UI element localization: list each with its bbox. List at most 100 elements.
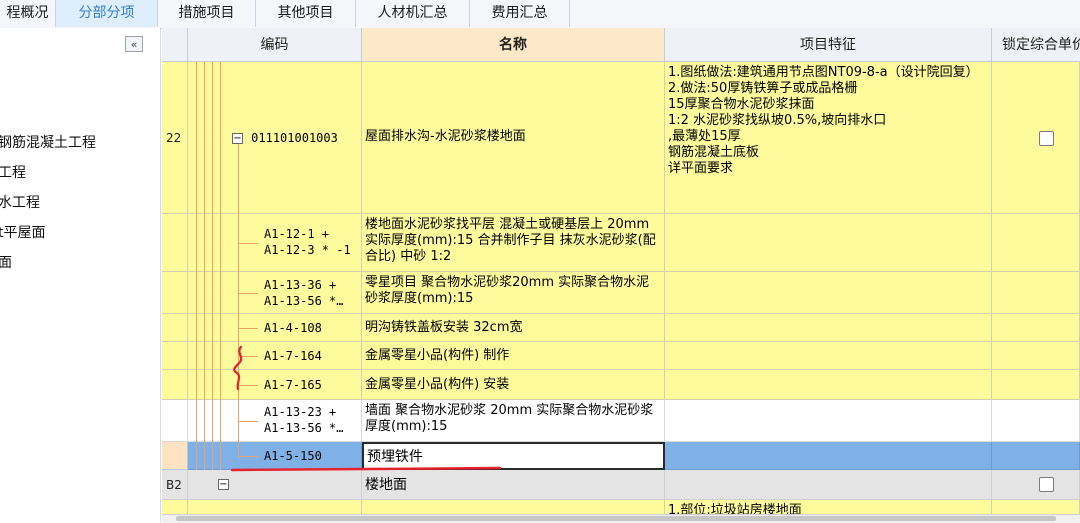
header-code[interactable]: 编码 [188, 28, 362, 62]
tab-other-items[interactable]: 其他项目 [256, 0, 356, 27]
row-number: B2 [162, 470, 188, 500]
name-cell[interactable]: 楼地面水泥砂浆找平层 混凝土或硬基层上 20mm 实际厚度(mm):15 合并制… [362, 214, 665, 272]
feature-cell[interactable] [665, 342, 992, 370]
feature-cell[interactable] [665, 370, 992, 400]
collapse-node-icon[interactable]: − [218, 479, 229, 490]
code-cell[interactable]: − 011101001003 [188, 62, 362, 214]
feature-line: ,最薄处15厚 [668, 129, 741, 144]
feature-cell[interactable] [665, 314, 992, 342]
code-cell[interactable]: A1-4-108 [188, 314, 362, 342]
tree-item-flat-roof[interactable]: t平屋面 [0, 222, 46, 242]
name-cell[interactable]: 金属零星小品(构件) 制作 [362, 342, 665, 370]
lock-cell [992, 342, 1080, 370]
lock-cell [992, 470, 1080, 500]
tab-measures[interactable]: 措施项目 [158, 0, 256, 27]
lock-price-checkbox[interactable] [1039, 131, 1054, 146]
lock-cell [992, 314, 1080, 342]
table-row-selected[interactable]: A1-5-150 预埋铁件 [162, 442, 1080, 470]
tab-project-overview[interactable]: 程概况 [0, 0, 56, 27]
sub-code: A1-7-164 [264, 349, 322, 363]
tree-item-engineering[interactable]: 工程 [0, 162, 26, 182]
tree-guide-line [238, 456, 258, 457]
code-cell[interactable]: A1-7-164 [188, 342, 362, 370]
feature-cell[interactable] [665, 400, 992, 442]
item-name: 金属零星小品(构件) 制作 [365, 348, 510, 363]
row-number: 22 [162, 62, 188, 214]
table-row[interactable]: A1-13-36 + A1-13-56 *… 零星项目 聚合物水泥砂浆20mm … [162, 272, 1080, 314]
feature-cell[interactable]: 1.图纸做法:建筑通用节点图NT09-8-a（设计院回复） 2.做法:50厚铸铁… [665, 62, 992, 214]
lock-cell [992, 272, 1080, 314]
tree-guide-line [220, 62, 221, 470]
feature-cell[interactable] [665, 272, 992, 314]
item-name-input[interactable]: 预埋铁件 [367, 449, 660, 465]
feature-cell[interactable] [665, 214, 992, 272]
item-name: 墙面 聚合物水泥砂浆 20mm 实际聚合物水泥砂浆厚度(mm):15 [365, 403, 654, 434]
table-row[interactable]: A1-12-1 + A1-12-3 * -1 楼地面水泥砂浆找平层 混凝土或硬基… [162, 214, 1080, 272]
row-number [162, 314, 188, 342]
name-cell-editing[interactable]: 预埋铁件 [362, 442, 665, 470]
code-cell[interactable]: A1-7-165 [188, 370, 362, 400]
code-cell[interactable]: A1-13-36 + A1-13-56 *… [188, 272, 362, 314]
sub-code: A1-13-23 + [264, 405, 337, 419]
table-row[interactable]: A1-13-23 + A1-13-56 *… 墙面 聚合物水泥砂浆 20mm 实… [162, 400, 1080, 442]
code-cell[interactable]: A1-13-23 + A1-13-56 *… [188, 400, 362, 442]
tree-guide-line [196, 62, 197, 470]
tab-sub-items[interactable]: 分部分项 [56, 0, 158, 27]
name-cell[interactable]: 楼地面 [362, 470, 665, 500]
code-cell[interactable]: A1-5-150 [188, 442, 362, 470]
feature-cell[interactable] [665, 470, 992, 500]
name-cell[interactable]: 屋面排水沟-水泥砂浆楼地面 [362, 62, 665, 214]
table-row[interactable]: A1-7-164 金属零星小品(构件) 制作 [162, 342, 1080, 370]
lock-cell [992, 370, 1080, 400]
sub-code: A1-4-108 [264, 321, 322, 335]
lock-cell [992, 214, 1080, 272]
header-lock-price[interactable]: 锁定综合单价 [992, 28, 1080, 62]
lock-cell [992, 62, 1080, 214]
header-name[interactable]: 名称 [362, 28, 665, 62]
collapse-panel-icon[interactable]: « [125, 36, 143, 52]
tree-item-rc-concrete[interactable]: 钢筋混凝土工程 [0, 132, 96, 152]
name-cell[interactable]: 墙面 聚合物水泥砂浆 20mm 实际聚合物水泥砂浆厚度(mm):15 [362, 400, 665, 442]
table-row[interactable]: A1-7-165 金属零星小品(构件) 安装 [162, 370, 1080, 400]
item-name: 明沟铸铁盖板安装 32cm宽 [365, 320, 523, 335]
sub-code: A1-5-150 [264, 449, 322, 463]
feature-line: 钢筋混凝土底板 [668, 145, 760, 160]
tree-item-water-engineering[interactable]: 水工程 [0, 192, 40, 212]
table-row[interactable]: B2 − 楼地面 [162, 470, 1080, 500]
tree-guide-line [238, 144, 239, 456]
tree-guide-line [238, 421, 258, 422]
tree-item-floor[interactable]: 面 [0, 252, 12, 272]
item-code: 011101001003 [251, 131, 338, 145]
tab-cost-summary[interactable]: 费用汇总 [470, 0, 570, 27]
header-rownum [162, 28, 188, 62]
header-feature[interactable]: 项目特征 [665, 28, 992, 62]
lock-price-checkbox[interactable] [1039, 477, 1054, 492]
item-name: 金属零星小品(构件) 安装 [365, 377, 510, 392]
sub-code: A1-13-36 + [264, 278, 337, 292]
code-cell[interactable]: − [188, 470, 362, 500]
scrollbar-thumb[interactable] [176, 516, 1056, 521]
tree-guide-line [238, 293, 258, 294]
name-cell[interactable]: 明沟铸铁盖板安装 32cm宽 [362, 314, 665, 342]
sub-code: A1-7-165 [264, 378, 322, 392]
feature-cell[interactable] [665, 442, 992, 470]
tree-guide-line [238, 243, 258, 244]
code-cell[interactable]: A1-12-1 + A1-12-3 * -1 [188, 214, 362, 272]
row-number [162, 272, 188, 314]
name-cell[interactable]: 零星项目 聚合物水泥砂浆20mm 实际聚合物水泥砂浆厚度(mm):15 [362, 272, 665, 314]
row-number [162, 442, 188, 470]
sub-code: A1-13-56 *… [264, 294, 344, 308]
tree-guide-line [212, 62, 213, 470]
row-number [162, 400, 188, 442]
tab-labor-material-summary[interactable]: 人材机汇总 [356, 0, 470, 27]
item-name: 楼地面 [365, 477, 407, 493]
table-row[interactable]: 22 − 011101001003 屋面排水沟-水泥砂浆楼地面 1.图纸做法:建… [162, 62, 1080, 214]
lock-cell [992, 400, 1080, 442]
collapse-node-icon[interactable]: − [232, 133, 243, 144]
row-number [162, 370, 188, 400]
sub-code: A1-12-1 + [264, 227, 330, 241]
name-cell[interactable]: 金属零星小品(构件) 安装 [362, 370, 665, 400]
item-name: 零星项目 聚合物水泥砂浆20mm 实际聚合物水泥砂浆厚度(mm):15 [365, 275, 650, 306]
table-row[interactable]: A1-4-108 明沟铸铁盖板安装 32cm宽 [162, 314, 1080, 342]
tree-guide-line [204, 62, 205, 470]
